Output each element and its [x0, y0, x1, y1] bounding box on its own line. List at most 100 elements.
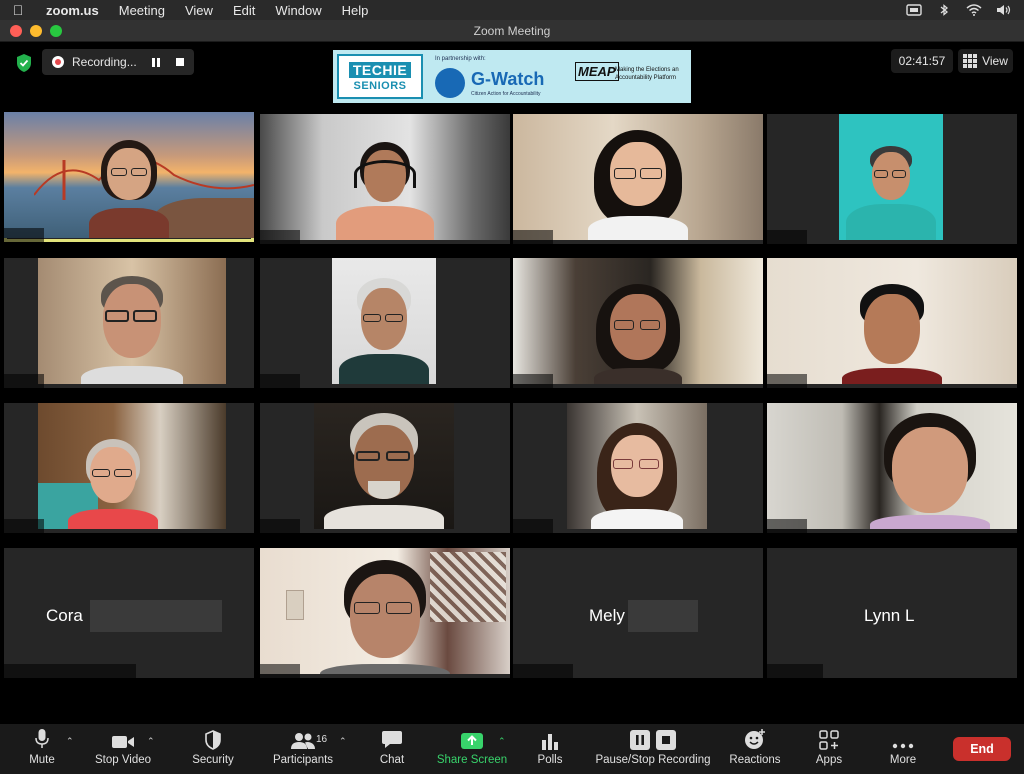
participant-video	[260, 114, 510, 240]
apps-label: Apps	[815, 754, 843, 766]
participant-tile[interactable]	[4, 403, 254, 533]
participants-options-chevron-icon[interactable]: ⌃	[339, 736, 347, 747]
more-dots-icon	[892, 743, 914, 749]
name-label-area	[513, 519, 553, 533]
grid-view-icon	[963, 54, 978, 68]
apps-button[interactable]: Apps	[808, 724, 850, 774]
end-meeting-button[interactable]: End	[953, 737, 1011, 761]
participant-video	[4, 112, 254, 238]
participant-tile[interactable]	[260, 114, 510, 244]
share-screen-button[interactable]: Share Screen	[434, 724, 510, 774]
participants-button[interactable]: Participants	[268, 724, 338, 774]
window-title-bar: Zoom Meeting	[0, 20, 1024, 42]
participant-tile[interactable]	[260, 258, 510, 388]
chat-bubble-icon	[382, 731, 402, 748]
redacted-name-area	[628, 600, 698, 632]
menu-meeting[interactable]: Meeting	[109, 3, 175, 18]
name-label-area	[4, 519, 44, 533]
name-label-area	[767, 230, 807, 244]
record-dot-icon	[52, 56, 64, 68]
techie-seniors-logo: TECHIE SENIORS	[337, 54, 423, 99]
menu-view[interactable]: View	[175, 3, 223, 18]
sponsor-banner: TECHIE SENIORS In partnership with: G-Wa…	[333, 50, 691, 103]
more-label: More	[889, 754, 917, 766]
name-label-area	[4, 374, 44, 388]
name-label-area	[260, 519, 300, 533]
menu-help[interactable]: Help	[332, 3, 379, 18]
participant-tile[interactable]	[513, 258, 763, 388]
participant-tile[interactable]	[4, 258, 254, 388]
gallery-view: Cora Mely Lynn L	[0, 110, 1024, 725]
minimize-window-button[interactable]	[30, 24, 42, 37]
pause-icon	[630, 730, 650, 750]
more-button[interactable]: More	[882, 724, 924, 774]
zoom-window-button[interactable]	[50, 24, 62, 37]
screen-share-icon[interactable]	[906, 4, 922, 16]
name-label-area	[260, 374, 300, 388]
participant-name: Cora	[46, 606, 83, 625]
participant-video	[767, 258, 1017, 384]
participant-tile[interactable]	[767, 114, 1017, 244]
participant-tile[interactable]: Cora	[4, 548, 254, 678]
stop-recording-icon[interactable]	[176, 58, 184, 66]
participant-tile[interactable]: Mely	[513, 548, 763, 678]
menu-edit[interactable]: Edit	[223, 3, 265, 18]
stop-video-button[interactable]: Stop Video	[90, 724, 156, 774]
reactions-smiley-icon	[745, 729, 765, 749]
name-label-area	[767, 374, 807, 388]
share-options-chevron-icon[interactable]: ⌃	[498, 736, 506, 747]
participants-icon	[291, 733, 315, 749]
gwatch-subtitle: Citizen Action for Accountability	[471, 91, 541, 97]
apps-icon	[819, 730, 839, 750]
share-screen-icon	[461, 733, 483, 749]
pause-stop-recording-button[interactable]: Pause/Stop Recording	[594, 724, 712, 774]
participant-video	[567, 403, 707, 529]
apple-icon[interactable]: 	[0, 2, 36, 18]
redacted-name-area	[90, 600, 222, 632]
mute-button[interactable]: Mute	[22, 724, 62, 774]
meap-logo: MEAP	[575, 62, 619, 81]
meap-subtitle: Making the Elections an Accountability P…	[615, 67, 679, 81]
pause-stop-recording-label: Pause/Stop Recording	[595, 754, 711, 766]
name-label-area	[513, 664, 573, 678]
view-button[interactable]: View	[958, 49, 1013, 73]
pause-recording-icon[interactable]	[152, 57, 160, 67]
volume-icon[interactable]	[996, 4, 1012, 16]
close-window-button[interactable]	[10, 24, 22, 37]
audio-options-chevron-icon[interactable]: ⌃	[66, 736, 74, 747]
participant-tile[interactable]	[767, 403, 1017, 533]
participant-name: Lynn L	[864, 606, 915, 625]
bluetooth-icon[interactable]	[936, 4, 952, 16]
video-camera-icon	[112, 736, 134, 748]
participants-count: 16	[316, 734, 328, 745]
security-button[interactable]: Security	[186, 724, 240, 774]
polls-button[interactable]: Polls	[530, 724, 570, 774]
participants-label: Participants	[272, 754, 334, 766]
wifi-icon[interactable]	[966, 4, 982, 16]
name-label-area	[4, 228, 44, 242]
reactions-button[interactable]: Reactions	[726, 724, 784, 774]
name-label-area	[767, 519, 807, 533]
techie-logo-text: TECHIE	[348, 61, 412, 78]
meeting-timer: 02:41:57	[891, 49, 953, 73]
chat-button[interactable]: Chat	[372, 724, 412, 774]
name-label-area	[260, 230, 300, 244]
reactions-label: Reactions	[729, 754, 781, 766]
participant-tile[interactable]	[513, 403, 763, 533]
participant-tile[interactable]: Lynn L	[767, 548, 1017, 678]
participant-tile[interactable]	[260, 548, 510, 678]
gwatch-logo: In partnership with: G-Watch Citizen Act…	[435, 54, 565, 99]
video-options-chevron-icon[interactable]: ⌃	[147, 736, 155, 747]
menu-app-name[interactable]: zoom.us	[36, 3, 109, 18]
participant-tile[interactable]	[767, 258, 1017, 388]
macos-menu-bar:  zoom.us Meeting View Edit Window Help	[0, 0, 1024, 20]
chat-label: Chat	[379, 754, 405, 766]
participant-tile[interactable]	[260, 403, 510, 533]
encryption-shield-icon[interactable]	[15, 53, 33, 73]
participant-tile[interactable]	[4, 112, 254, 242]
menu-window[interactable]: Window	[265, 3, 331, 18]
name-label-area	[513, 374, 553, 388]
participant-tile[interactable]	[513, 114, 763, 244]
partner-text: In partnership with:	[435, 56, 486, 62]
view-label: View	[982, 54, 1008, 68]
